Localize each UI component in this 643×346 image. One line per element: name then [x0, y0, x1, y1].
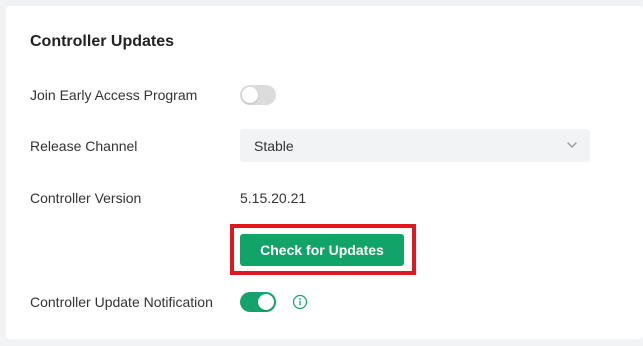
info-icon[interactable]: [292, 294, 308, 310]
controller-updates-card: Controller Updates Join Early Access Pro…: [6, 6, 643, 339]
check-for-updates-button[interactable]: Check for Updates: [240, 234, 404, 266]
release-channel-value: Stable: [254, 138, 294, 154]
controller-version-value: 5.15.20.21: [240, 190, 307, 206]
update-notification-toggle[interactable]: [240, 292, 276, 312]
toggle-knob: [258, 294, 274, 310]
chevron-down-icon: [567, 142, 577, 148]
release-channel-select[interactable]: Stable: [240, 129, 590, 162]
early-access-label: Join Early Access Program: [30, 87, 198, 103]
controller-version-label: Controller Version: [30, 190, 142, 206]
toggle-knob: [242, 87, 258, 103]
early-access-toggle[interactable]: [240, 85, 276, 105]
section-title: Controller Updates: [30, 33, 175, 50]
update-notification-label: Controller Update Notification: [30, 294, 213, 310]
release-channel-label: Release Channel: [30, 138, 138, 154]
